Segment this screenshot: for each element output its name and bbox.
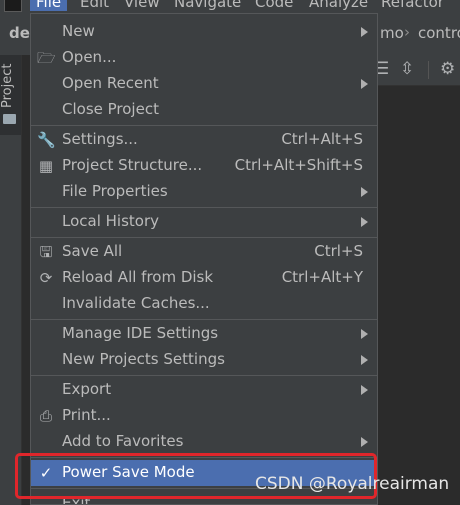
submenu-arrow-icon — [361, 187, 368, 197]
menu-navigate[interactable]: Navigate — [174, 0, 241, 11]
menu-separator — [31, 319, 377, 320]
menu-item-export[interactable]: Export — [31, 377, 377, 403]
open-folder-icon: 🗁 — [37, 49, 56, 67]
menu-item-label: Open Recent — [62, 74, 159, 92]
toolbar-divider — [428, 61, 429, 79]
menu-item-file-properties[interactable]: File Properties — [31, 179, 377, 205]
menu-separator — [31, 207, 377, 208]
menu-edit[interactable]: Edit — [80, 0, 109, 11]
menu-item-label: New — [62, 22, 95, 40]
menu-item-settings[interactable]: 🔧 Settings... Ctrl+Alt+S — [31, 127, 377, 153]
menu-item-label: Settings... — [62, 130, 138, 148]
menu-item-print[interactable]: ⎙ Print... — [31, 403, 377, 429]
menu-item-label: Invalidate Caches... — [62, 294, 210, 312]
wrench-icon: 🔧 — [37, 131, 56, 149]
gear-icon[interactable]: ⚙ — [440, 59, 455, 79]
menu-item-invalidate-caches[interactable]: Invalidate Caches... — [31, 291, 377, 317]
menu-item-shortcut: Ctrl+Alt+S — [281, 130, 363, 148]
collapse-all-icon[interactable]: ⇳ — [400, 59, 414, 79]
printer-icon: ⎙ — [39, 407, 52, 425]
menu-item-manage-ide-settings[interactable]: Manage IDE Settings — [31, 321, 377, 347]
menu-refactor[interactable]: Refactor — [381, 0, 444, 11]
menu-item-label: Local History — [62, 212, 160, 230]
menu-item-new[interactable]: New — [31, 19, 377, 45]
menu-item-open[interactable]: 🗁 Open... — [31, 45, 377, 71]
menu-item-save-all[interactable]: 🖫 Save All Ctrl+S — [31, 239, 377, 265]
menu-item-shortcut: Ctrl+Alt+Shift+S — [234, 156, 363, 174]
menu-item-label: File Properties — [62, 182, 168, 200]
menu-item-open-recent[interactable]: Open Recent — [31, 71, 377, 97]
submenu-arrow-icon — [361, 329, 368, 339]
menu-item-label: Add to Favorites — [62, 432, 184, 450]
save-icon: 🖫 — [39, 243, 53, 261]
menu-item-shortcut: Ctrl+Alt+Y — [281, 268, 363, 286]
submenu-arrow-icon — [361, 437, 368, 447]
submenu-arrow-icon — [361, 385, 368, 395]
breadcrumb-item[interactable]: contro — [418, 24, 460, 42]
watermark-text: CSDN @Royalreairman — [255, 474, 450, 494]
submenu-arrow-icon — [361, 355, 368, 365]
menu-item-label: Reload All from Disk — [62, 268, 214, 286]
menu-item-project-structure[interactable]: ▦ Project Structure... Ctrl+Alt+Shift+S — [31, 153, 377, 179]
menu-item-label: Project Structure... — [62, 156, 203, 174]
menu-item-close-project[interactable]: Close Project — [31, 97, 377, 123]
menu-separator — [31, 125, 377, 126]
file-menu-dropdown: New 🗁 Open... Open Recent Close Project … — [30, 13, 378, 505]
menu-item-local-history[interactable]: Local History — [31, 209, 377, 235]
main-menu-bar: File Edit View Navigate Code Analyze Ref… — [0, 0, 460, 13]
breadcrumb-separator-icon: › — [404, 23, 410, 41]
submenu-arrow-icon — [361, 27, 368, 37]
menu-file[interactable]: File — [30, 0, 68, 11]
project-structure-icon: ▦ — [38, 157, 54, 175]
project-toolbar: ☰ ⇳ ⚙ — [374, 55, 460, 86]
menu-separator — [31, 375, 377, 376]
reload-icon: ⟳ — [39, 269, 53, 287]
menu-item-label: New Projects Settings — [62, 350, 225, 368]
breadcrumb-item[interactable]: mo — [380, 24, 404, 42]
menu-code[interactable]: Code — [255, 0, 293, 11]
folder-icon — [3, 114, 16, 124]
project-tab-label[interactable]: Project — [0, 48, 15, 108]
menu-item-label: Save All — [62, 242, 123, 260]
app-icon — [4, 0, 22, 12]
menu-item-label: Open... — [62, 48, 117, 66]
menu-view[interactable]: View — [124, 0, 160, 11]
menu-item-label: Manage IDE Settings — [62, 324, 219, 342]
menu-separator — [31, 237, 377, 238]
menu-analyze[interactable]: Analyze — [309, 0, 368, 11]
menu-item-add-to-favorites[interactable]: Add to Favorites — [31, 429, 377, 455]
menu-item-new-projects-settings[interactable]: New Projects Settings — [31, 347, 377, 373]
menu-item-shortcut: Ctrl+S — [314, 242, 363, 260]
menu-item-label: Close Project — [62, 100, 159, 118]
submenu-arrow-icon — [361, 79, 368, 89]
menu-item-reload-from-disk[interactable]: ⟳ Reload All from Disk Ctrl+Alt+Y — [31, 265, 377, 291]
submenu-arrow-icon — [361, 217, 368, 227]
menu-item-label: Export — [62, 380, 112, 398]
menu-item-label: Print... — [62, 406, 111, 424]
